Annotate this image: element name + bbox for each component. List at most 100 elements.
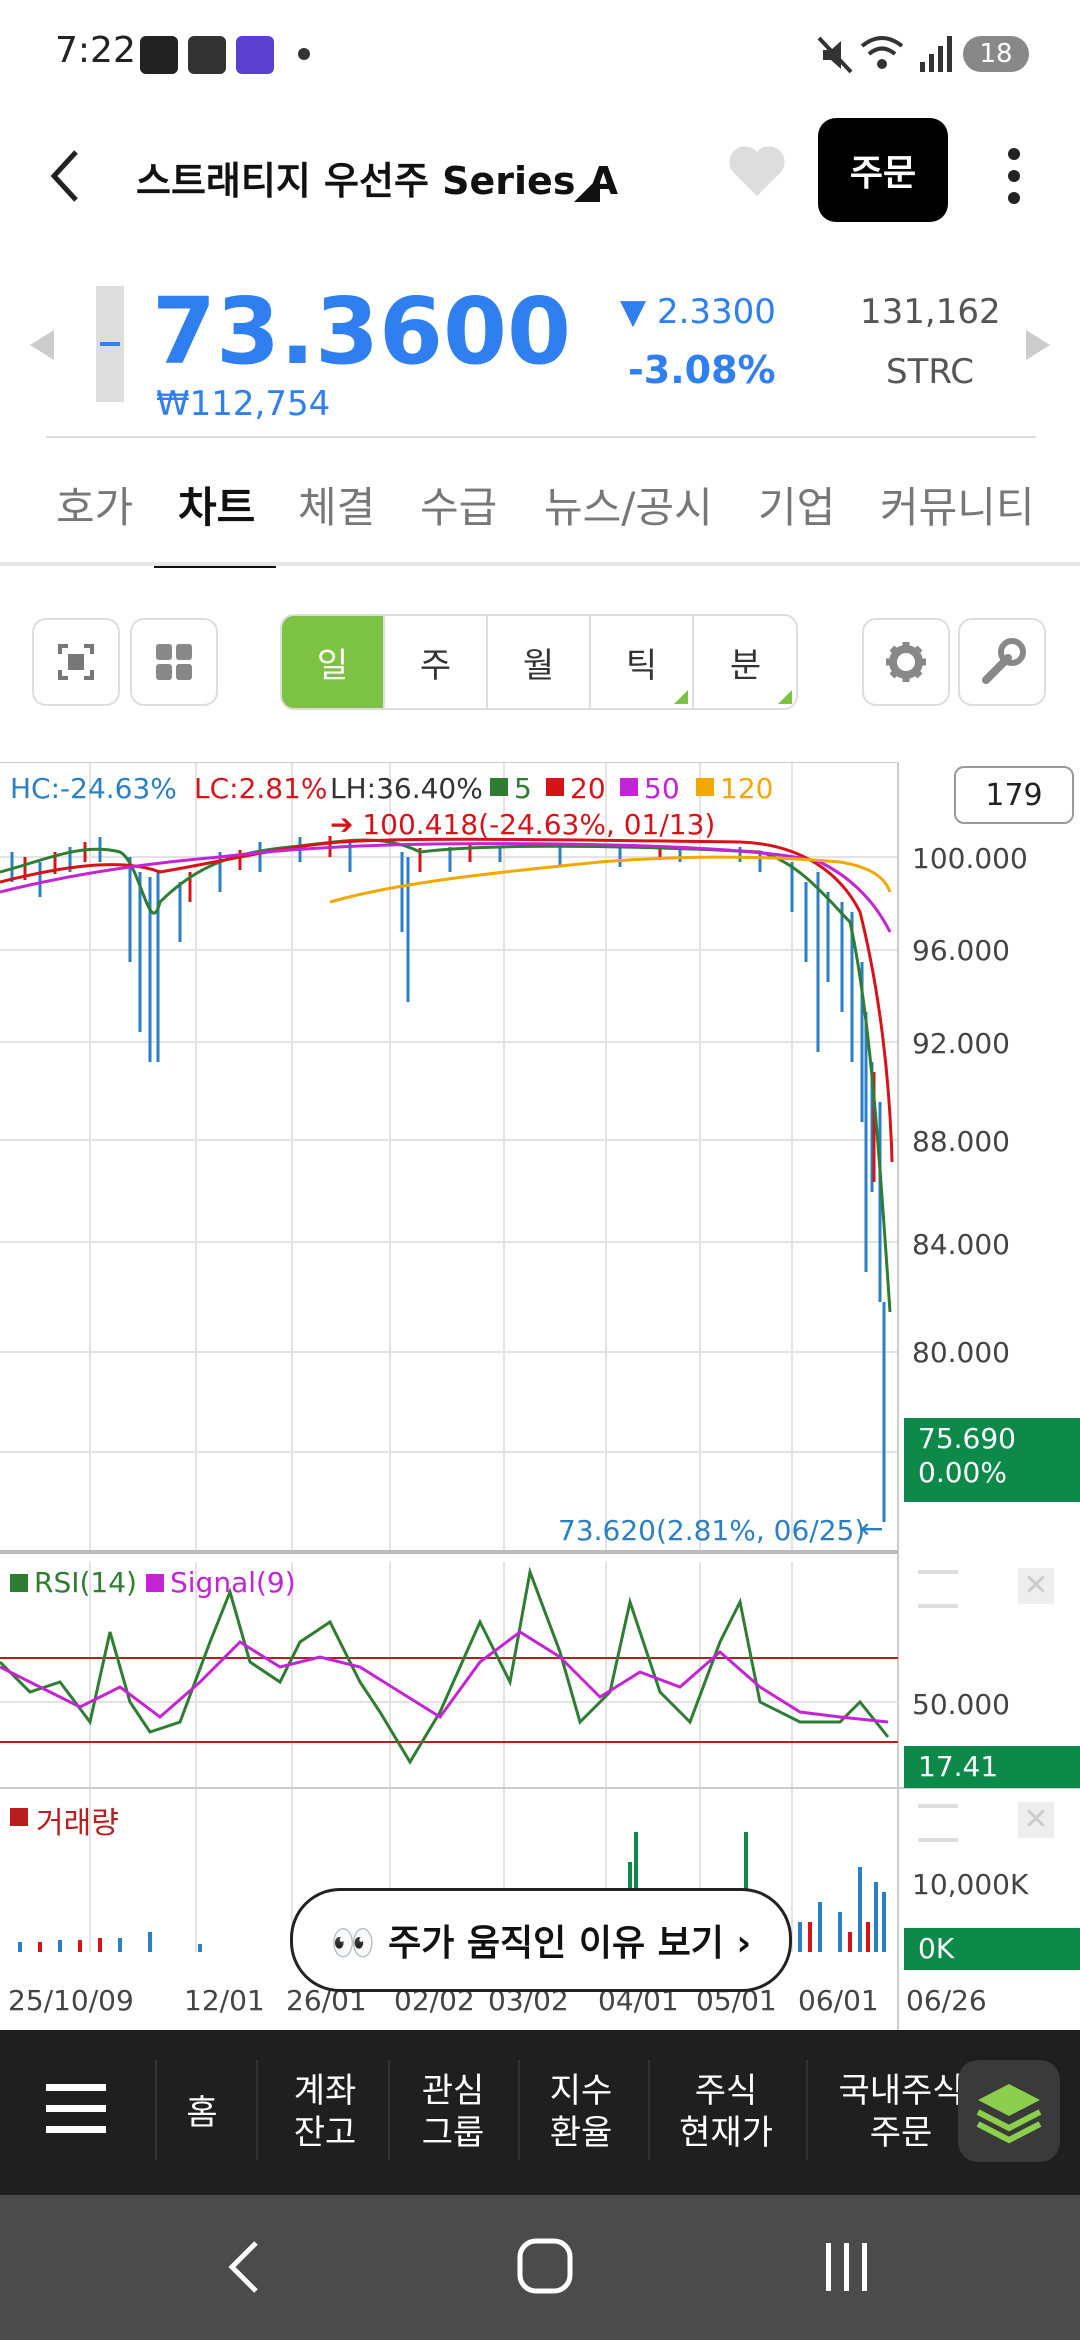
dot-icon <box>298 48 310 60</box>
menu-icon[interactable] <box>46 2084 106 2134</box>
app-header: 스트래티지 우선주 Series A 주문 <box>0 110 1080 240</box>
nav-home[interactable]: 홈 <box>172 2092 232 2134</box>
volume-swatch <box>10 1808 28 1826</box>
nav-quote-line1: 주식 <box>694 2071 758 2111</box>
stock-title[interactable]: 스트래티지 우선주 Series A <box>136 150 618 205</box>
divider <box>46 436 1036 438</box>
system-home-icon[interactable] <box>516 2237 574 2295</box>
price-axis-label: 96.000 <box>912 934 1010 967</box>
price-axis-label: 100.000 <box>912 842 1028 875</box>
nav-index[interactable]: 지수 환율 <box>536 2070 626 2154</box>
period-day[interactable]: 일 <box>282 616 385 708</box>
tab-bar: 호가 차트 체결 수급 뉴스/공시 기업 커뮤니티 <box>0 474 1080 568</box>
ma50-label: 50 <box>644 772 680 805</box>
volume-label: 거래량 <box>36 1806 119 1841</box>
more-menu-icon[interactable] <box>1004 146 1024 206</box>
volume-close-icon[interactable]: ✕ <box>1018 1802 1054 1838</box>
bottom-nav: 홈 계좌 잔고 관심 그룹 지수 환율 주식 현재가 국내주식 주문 <box>0 2030 1080 2195</box>
rsi-swatch <box>10 1574 28 1592</box>
period-month[interactable]: 월 <box>488 616 591 708</box>
tab-trades[interactable]: 체결 <box>298 474 375 535</box>
volume-axis-label: 10,000K <box>912 1868 1029 1901</box>
layers-button[interactable] <box>958 2060 1060 2162</box>
nav-watchlist-line1: 관심 <box>421 2071 485 2111</box>
nav-account-line1: 계좌 <box>293 2071 357 2111</box>
tab-company[interactable]: 기업 <box>758 474 835 535</box>
mute-icon <box>817 36 853 74</box>
home-app-icon <box>236 36 274 74</box>
rsi-menu-icon[interactable] <box>918 1570 958 1608</box>
period-selector: 일 주 월 틱 분 <box>280 614 798 710</box>
tab-community[interactable]: 커뮤니티 <box>880 474 1035 535</box>
nav-separator <box>806 2060 808 2160</box>
screenshot-button[interactable] <box>32 618 120 706</box>
current-price-tag-pct: 0.00% <box>918 1456 1007 1489</box>
nav-quote-line2: 현재가 <box>679 2113 773 2153</box>
back-icon[interactable] <box>46 146 86 206</box>
gear-icon <box>886 642 926 682</box>
nav-account[interactable]: 계좌 잔고 <box>280 2070 370 2154</box>
volume-value-tag: 0K <box>904 1928 1080 1970</box>
current-price-tag: 75.690 0.00% <box>904 1418 1080 1502</box>
price-change-pct: -3.08% <box>628 348 776 392</box>
period-week[interactable]: 주 <box>385 616 488 708</box>
nav-separator <box>518 2060 520 2160</box>
date-axis-label: 12/01 <box>184 1984 265 2017</box>
date-axis-label: 06/01 <box>798 1984 879 2017</box>
order-button[interactable]: 주문 <box>818 118 948 222</box>
ma50-swatch <box>620 778 638 796</box>
ma20-swatch <box>546 778 564 796</box>
price-flag <box>96 286 124 402</box>
tools-button[interactable] <box>958 618 1046 706</box>
low-note: 73.620(2.81%, 06/25) <box>558 1514 866 1547</box>
ma120-swatch <box>696 778 714 796</box>
candle-count-box[interactable]: 179 <box>954 766 1074 824</box>
current-price: 73.3600 <box>152 278 572 385</box>
nav-account-line2: 잔고 <box>293 2113 357 2153</box>
status-bar: 7:22 18 <box>0 0 1080 110</box>
hc-label: HC:-24.63% <box>10 772 177 805</box>
price-reason-button[interactable]: 👀 주가 움직인 이유 보기 › <box>290 1888 792 1992</box>
system-recents-icon[interactable] <box>822 2241 872 2293</box>
nav-watchlist[interactable]: 관심 그룹 <box>408 2070 498 2154</box>
nav-quote[interactable]: 주식 현재가 <box>664 2070 788 2154</box>
system-nav-bar <box>0 2195 1080 2340</box>
price-axis-label: 88.000 <box>912 1125 1010 1158</box>
nav-separator <box>155 2060 157 2160</box>
wrench-icon <box>982 638 1026 684</box>
lh-label: LH:36.40% <box>330 772 483 805</box>
prev-stock-icon[interactable] <box>28 328 56 362</box>
next-stock-icon[interactable] <box>1024 328 1052 362</box>
system-back-icon[interactable] <box>224 2239 264 2295</box>
signal-label: Signal(9) <box>170 1566 296 1599</box>
tab-chart[interactable]: 차트 <box>178 474 255 535</box>
tab-flow[interactable]: 수급 <box>420 474 497 535</box>
chart-container[interactable]: HC:-24.63% LC:2.81% LH:36.40% 5 20 50 12… <box>0 762 1080 2030</box>
dropdown-triangle-icon[interactable] <box>574 176 600 202</box>
volume-menu-icon[interactable] <box>918 1804 958 1842</box>
heart-icon[interactable] <box>727 144 787 200</box>
settings-button[interactable] <box>862 618 950 706</box>
current-price-tag-value: 75.690 <box>918 1422 1016 1455</box>
grid-icon <box>156 644 192 680</box>
low-arrow-icon: ← <box>860 1512 884 1545</box>
capture-icon <box>58 644 94 680</box>
tab-hoga[interactable]: 호가 <box>56 474 133 535</box>
date-axis-label: 25/10/09 <box>8 1984 134 2017</box>
price-axis-label: 84.000 <box>912 1228 1010 1261</box>
lc-label: LC:2.81% <box>194 772 328 805</box>
rsi-value-tag: 17.41 <box>904 1746 1080 1788</box>
rsi-axis-label: 50.000 <box>912 1688 1010 1721</box>
wifi-icon <box>860 36 904 69</box>
date-axis-label: 06/26 <box>906 1984 987 2017</box>
nav-watchlist-line2: 그룹 <box>421 2113 485 2153</box>
price-axis-label: 92.000 <box>912 1027 1010 1060</box>
nav-order[interactable]: 국내주식 주문 <box>826 2070 976 2154</box>
price-axis-label: 80.000 <box>912 1336 1010 1369</box>
layout-button[interactable] <box>130 618 218 706</box>
tab-news[interactable]: 뉴스/공시 <box>544 474 713 535</box>
battery-indicator: 18 <box>963 36 1029 72</box>
rsi-close-icon[interactable]: ✕ <box>1018 1568 1054 1604</box>
nav-home-label: 홈 <box>186 2093 218 2133</box>
layers-icon <box>976 2084 1042 2144</box>
